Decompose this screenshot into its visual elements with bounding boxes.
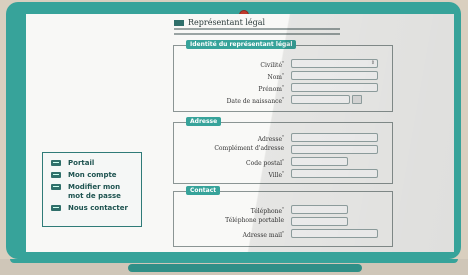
mail-label: Adresse mail* (242, 230, 284, 239)
tel-label: Téléphone* (250, 206, 284, 215)
prenom-input[interactable] (291, 83, 378, 92)
contact-fieldset: Contact Téléphone* Téléphone portable Ad… (173, 186, 393, 247)
adresse-label: Adresse* (257, 134, 284, 143)
complement-input[interactable] (291, 145, 378, 154)
calendar-icon[interactable] (352, 95, 362, 104)
divider (174, 33, 340, 35)
section-heading: Représentant légal (174, 18, 265, 27)
adresse-input[interactable] (291, 133, 378, 142)
civilite-select[interactable]: ⇕ (291, 59, 378, 68)
nom-input[interactable] (291, 71, 378, 80)
monitor-icon (51, 160, 61, 166)
ville-label: Ville* (268, 170, 284, 179)
mobile-input[interactable] (291, 217, 348, 226)
divider (174, 28, 340, 30)
tel-input[interactable] (291, 205, 348, 214)
cp-label: Code postal* (246, 158, 284, 167)
section-icon (174, 20, 184, 26)
laptop-base-bar (128, 264, 362, 272)
address-legend: Adresse (186, 117, 222, 126)
side-menu: Portail Mon compte Modifier mon mot de p… (42, 152, 142, 227)
monitor-icon (51, 184, 61, 190)
mobile-label: Téléphone portable (225, 217, 284, 224)
nom-label: Nom* (267, 72, 284, 81)
screen: Représentant légal Identité du représent… (26, 14, 454, 252)
identity-legend: Identité du représentant légal (186, 40, 297, 49)
contact-legend: Contact (186, 186, 221, 195)
civilite-label: Civilité* (260, 60, 284, 69)
prenom-label: Prénom* (258, 84, 284, 93)
cp-input[interactable] (291, 157, 348, 166)
monitor-icon (51, 205, 61, 211)
mail-input[interactable] (291, 229, 378, 238)
naissance-input[interactable] (291, 95, 350, 104)
monitor-icon (51, 172, 61, 178)
laptop-frame: Représentant légal Identité du représent… (6, 2, 461, 259)
address-fieldset: Adresse Adresse* Complément d'adresse Co… (173, 117, 393, 184)
laptop-hinge (10, 259, 458, 263)
identity-fieldset: Identité du représentant légal Civilité*… (173, 40, 393, 112)
select-arrow-icon: ⇕ (370, 60, 375, 66)
section-title: Représentant légal (188, 18, 266, 27)
ville-input[interactable] (291, 169, 378, 178)
complement-label: Complément d'adresse (214, 145, 284, 152)
naissance-label: Date de naissance* (226, 96, 284, 105)
